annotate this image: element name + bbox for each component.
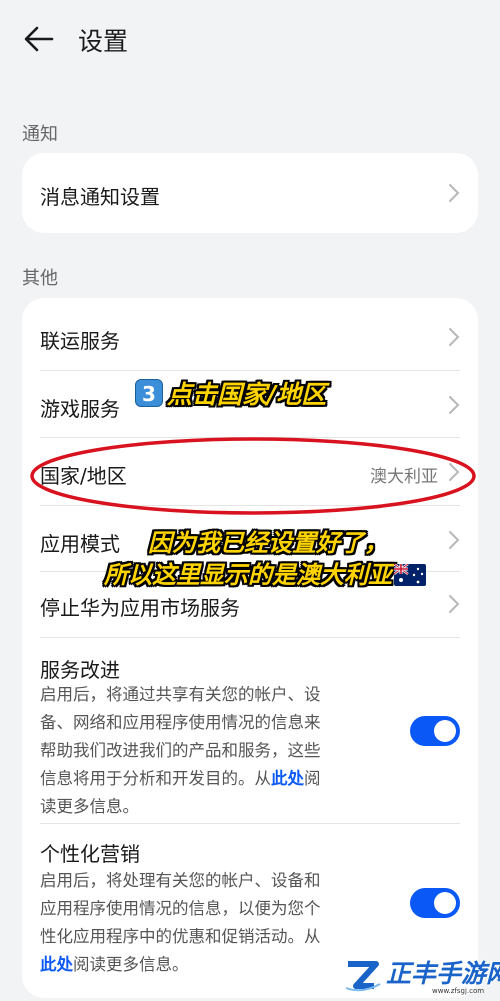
- desc-line: 帮助我们改进我们的产品和服务，这些: [40, 741, 321, 760]
- chevron-right-icon: [449, 328, 460, 346]
- desc-line: 启用后，将处理有关您的帐户、设备和: [40, 871, 321, 890]
- toggle-knob: [434, 720, 456, 742]
- page-title: 设置: [78, 27, 129, 56]
- step-annotation: 3 点击国家/地区: [135, 375, 326, 411]
- note-annotation-line2: 所以这里显示的是澳大利亚: [104, 555, 426, 590]
- desc-line: 此处阅读更多信息。: [40, 951, 380, 979]
- row-label: 应用模式: [40, 532, 120, 556]
- personalized-marketing-toggle[interactable]: [410, 888, 460, 918]
- highlight-circle: [30, 437, 476, 515]
- section-label-notification: 通知: [22, 124, 58, 145]
- desc-line: 信息将用于分析和开发目的。从此处阅: [40, 765, 380, 793]
- step-text: 点击国家/地区: [167, 380, 327, 409]
- service-improvement-toggle[interactable]: [410, 716, 460, 746]
- desc-line: 读更多信息。: [40, 797, 139, 816]
- notification-card: 消息通知设置: [22, 153, 478, 233]
- row-message-notification-settings[interactable]: 消息通知设置: [22, 153, 478, 233]
- row-label: 停止华为应用市场服务: [40, 596, 240, 620]
- desc-line: 应用程序使用情况的信息，以便为您个: [40, 899, 321, 918]
- desc-text: 阅: [304, 769, 321, 788]
- row-title: 服务改进: [40, 658, 120, 682]
- watermark-url: www.zfsgj.com: [432, 987, 485, 995]
- section-label-other: 其他: [22, 268, 58, 289]
- read-more-link[interactable]: 此处: [40, 955, 73, 974]
- back-arrow-icon[interactable]: [22, 22, 56, 56]
- keycap-3-icon: 3: [135, 379, 163, 407]
- row-joint-operation-service[interactable]: 联运服务: [22, 303, 478, 371]
- z-logo-icon: [345, 961, 381, 992]
- desc-text: 信息将用于分析和开发目的。从: [40, 769, 271, 788]
- toggle-knob: [434, 892, 456, 914]
- australia-flag-icon: [394, 564, 426, 586]
- watermark: 正丰手游网 www.zfsgj.com: [336, 950, 500, 1001]
- chevron-right-icon: [449, 184, 460, 202]
- chevron-right-icon: [449, 595, 460, 613]
- row-title: 个性化营销: [40, 842, 140, 866]
- desc-line: 性化应用程序中的优惠和促销活动。从: [40, 927, 321, 946]
- desc-line: 备、网络和应用程序使用情况的信息来: [40, 713, 321, 732]
- chevron-right-icon: [449, 396, 460, 414]
- row-service-improvement: 服务改进 启用后，将通过共享有关您的帐户、设 备、网络和应用程序使用情况的信息来…: [22, 638, 478, 824]
- row-label: 消息通知设置: [40, 185, 160, 209]
- watermark-text: 正丰手游网: [386, 959, 500, 988]
- desc-text: 阅读更多信息。: [73, 955, 189, 974]
- note-text: 所以这里显示的是澳大利亚: [104, 561, 392, 589]
- chevron-right-icon: [449, 531, 460, 549]
- note-annotation-line1: 因为我已经设置好了，: [148, 529, 388, 557]
- read-more-link[interactable]: 此处: [271, 769, 304, 788]
- personalized-marketing-description: 启用后，将处理有关您的帐户、设备和 应用程序使用情况的信息，以便为您个 性化应用…: [40, 867, 380, 979]
- app-header: 设置: [0, 0, 500, 80]
- desc-line: 启用后，将通过共享有关您的帐户、设: [40, 685, 321, 704]
- service-improvement-description: 启用后，将通过共享有关您的帐户、设 备、网络和应用程序使用情况的信息来 帮助我们…: [40, 681, 380, 821]
- row-label: 游戏服务: [40, 397, 120, 421]
- row-label: 联运服务: [40, 329, 120, 353]
